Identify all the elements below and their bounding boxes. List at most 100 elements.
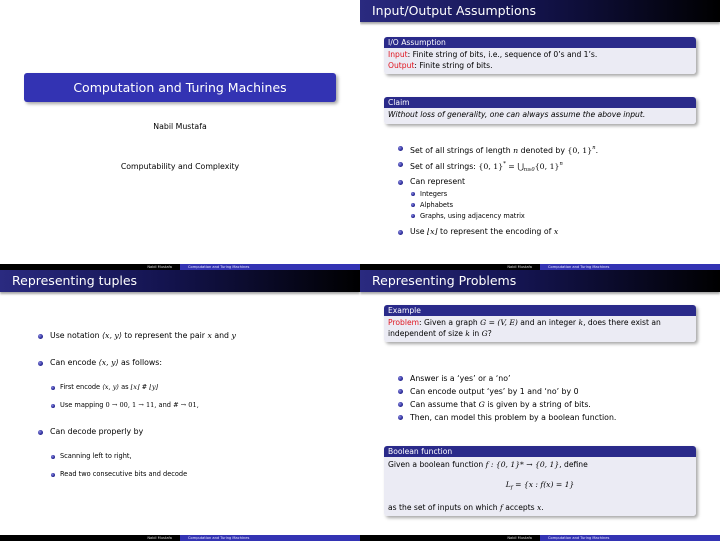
bullet-list: Answer is a ‘yes’ or a ‘no’ Can encode o… [398, 372, 616, 424]
boolean-function-block: Boolean function Given a boolean functio… [384, 446, 696, 516]
definition-line: Given a boolean function f : {0, 1}* → {… [388, 459, 692, 470]
frame-title: Representing Problems [360, 270, 720, 292]
output-line: Output: Finite string of bits. [388, 61, 692, 72]
text: Can decode properly by [50, 427, 144, 436]
footer-title: Computation and Turing Machines [540, 535, 720, 541]
math: ⟨x, y⟩ [102, 331, 122, 340]
text: to represent the encoding of [437, 226, 554, 236]
output-text: : Finite string of bits. [414, 60, 493, 70]
block-title: Claim [384, 97, 696, 108]
list-item: Answer is a ‘yes’ or a ‘no’ [398, 372, 616, 385]
bullet-list: Use notation ⟨x, y⟩ to represent the pai… [38, 330, 236, 480]
text: and an integer [517, 318, 579, 327]
frame-title: Input/Output Assumptions [360, 0, 720, 22]
frame-title: Representing tuples [0, 270, 360, 292]
list-item: Can assume that G is given by a string o… [398, 398, 616, 411]
math-var: y [231, 331, 236, 340]
sub-list-item: Alphabets [410, 200, 598, 211]
sub-list-item: Scanning left to right, [50, 451, 236, 462]
input-line: Input: Finite string of bits, i.e., sequ… [388, 50, 692, 61]
math: {0, 1} [534, 161, 560, 171]
block-title: I/O Assumption [384, 37, 696, 48]
footer-author: Nabil Mustafa [0, 535, 180, 541]
math-sub: n≥0 [523, 166, 535, 173]
output-label: Output [388, 60, 415, 70]
math: ⟨x, y⟩ [98, 358, 119, 367]
text: as follows: [118, 358, 162, 367]
text: . [541, 503, 544, 512]
text: Given a boolean function [388, 460, 486, 469]
sub-list-item: Use mapping 0 → 00, 1 → 11, and # → 01, [50, 400, 236, 411]
text: Can assume that [410, 400, 479, 409]
footer: Nabil Mustafa Computation and Turing Mac… [360, 535, 720, 541]
math: {0, 1} [478, 161, 504, 171]
list-item: Can decode properly by Scanning left to … [38, 426, 236, 480]
slide-title: Computation and Turing Machines Nabil Mu… [0, 0, 360, 270]
text: to represent the pair [121, 331, 208, 340]
math: ⌊x⌋ [427, 226, 438, 236]
list-item: Use ⌊x⌋ to represent the encoding of x [398, 226, 598, 239]
sub-list: Integers Alphabets Graphs, using adjacen… [410, 189, 598, 222]
text: ? [487, 328, 492, 338]
list-item: Can encode output ‘yes’ by 1 and ‘no’ by… [398, 385, 616, 398]
text: accepts [502, 503, 538, 512]
text: Can encode [50, 358, 99, 367]
math: {0, 1} [567, 146, 593, 155]
block-title: Boolean function [384, 446, 696, 457]
example-block: Example Problem: Given a graph G = (V, E… [384, 305, 696, 342]
sub-list-item: First encode ⟨x, y⟩ as ⌊x⌋ # ⌊y⌋ [50, 382, 236, 393]
claim-text: Without loss of generality, one can alwa… [384, 108, 696, 124]
text: denoted by [518, 146, 568, 155]
description-line: as the set of inputs on which f accepts … [388, 502, 692, 513]
text: and [211, 331, 232, 340]
input-label: Input [388, 50, 408, 59]
footer-title: Computation and Turing Machines [180, 535, 360, 541]
block-body: Input: Finite string of bits, i.e., sequ… [384, 48, 696, 74]
footer: Nabil Mustafa Computation and Turing Mac… [0, 535, 360, 541]
list-item: Then, can model this problem by a boolea… [398, 411, 616, 424]
sub-list: Scanning left to right, Read two consecu… [50, 451, 236, 480]
text: as the set of inputs on which [388, 503, 500, 512]
list-item: Set of all strings: {0, 1}* = ⋃n≥0{0, 1}… [398, 158, 598, 177]
sub-list: First encode ⟨x, y⟩ as ⌊x⌋ # ⌊y⌋ Use map… [50, 382, 236, 411]
equation: Lf = {x : f(x) = 1} [388, 479, 692, 494]
slide-io-assumptions: Input/Output Assumptions I/O Assumption … [360, 0, 720, 270]
text: Can represent [410, 177, 466, 186]
sub-list-item: Read two consecutive bits and decode [50, 469, 236, 480]
text: . [595, 146, 599, 155]
math: f : {0, 1}* → {0, 1} [485, 460, 560, 469]
list-item: Can represent Integers Alphabets Graphs,… [398, 176, 598, 222]
presentation-title: Computation and Turing Machines [24, 73, 336, 102]
block-body: Given a boolean function f : {0, 1}* → {… [384, 457, 696, 516]
math: 0 → 00, 1 → 11, [105, 401, 157, 409]
list-item: Can encode ⟨x, y⟩ as follows: First enco… [38, 357, 236, 411]
author-name: Nabil Mustafa [153, 122, 207, 131]
text: Use mapping [60, 401, 106, 409]
text: Set of all strings of length [410, 146, 514, 155]
course-name: Computability and Complexity [120, 162, 240, 171]
block-body: Problem: Given a graph G = (V, E) and an… [384, 316, 696, 342]
sub-list-item: Graphs, using adjacency matrix [410, 211, 598, 222]
math: G = (V, E) [480, 318, 518, 327]
math: # → 01, [173, 401, 199, 409]
claim-block: Claim Without loss of generality, one ca… [384, 97, 696, 124]
text: , define [559, 460, 588, 469]
text: is given by a string of bits. [484, 400, 591, 409]
list-item: Use notation ⟨x, y⟩ to represent the pai… [38, 330, 236, 342]
text: First encode [60, 383, 103, 391]
sub-list-item: Integers [410, 189, 598, 200]
math: ⟨x, y⟩ [102, 383, 119, 391]
input-text: : Finite string of bits, i.e., sequence … [407, 50, 598, 59]
text: Use notation [50, 331, 103, 340]
math-var: x [553, 226, 559, 236]
text: Set of all strings: [410, 161, 479, 171]
text: : Given a graph [419, 318, 481, 327]
math-sup: n [559, 160, 563, 167]
math: = ⋃ [505, 161, 524, 171]
math: ⌊x⌋ # ⌊y⌋ [130, 383, 159, 391]
problem-label: Problem [388, 318, 420, 327]
slide-representing-tuples: Representing tuples Use notation ⟨x, y⟩ … [0, 270, 360, 541]
block-title: Example [384, 305, 696, 316]
math: = {x : f(x) = 1} [512, 480, 575, 489]
slide-representing-problems: Representing Problems Example Problem: G… [360, 270, 720, 541]
